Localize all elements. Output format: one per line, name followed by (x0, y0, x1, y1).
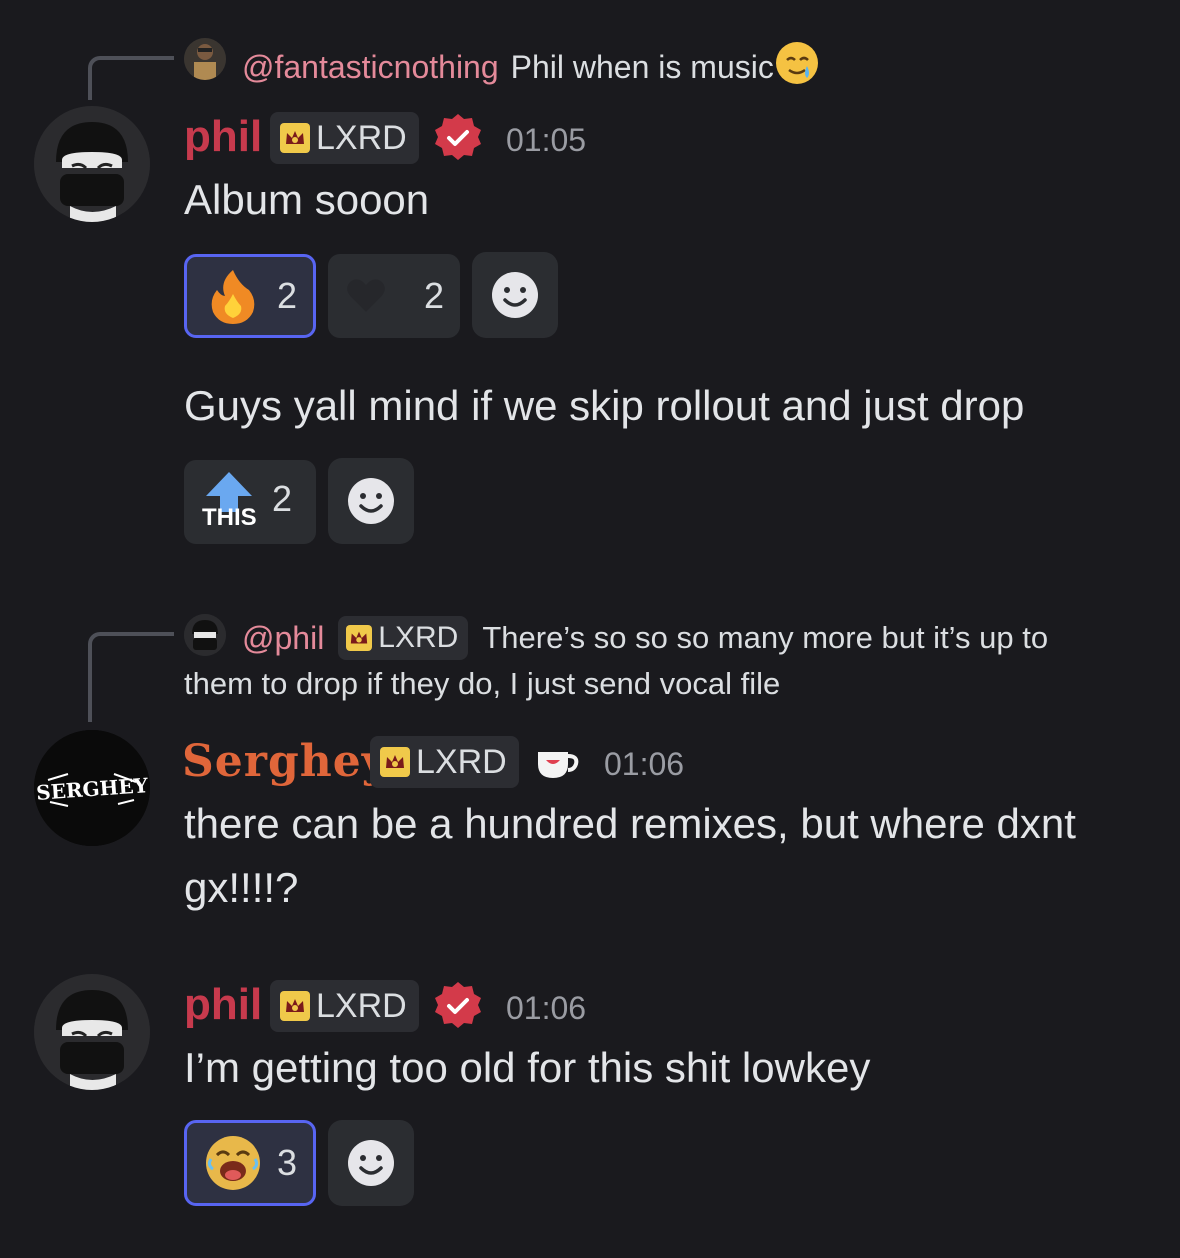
reply-text: There’s so so so many more but it’s up t… (482, 620, 1049, 655)
crown-icon (380, 747, 410, 777)
reply-avatar[interactable] (184, 38, 226, 80)
server-tag[interactable]: LXRD (270, 112, 419, 164)
add-reaction-button[interactable] (328, 1120, 414, 1206)
message-text-continued: gx!!!!? (184, 864, 299, 911)
message-text: Guys yall mind if we skip rollout and ju… (184, 382, 1025, 429)
add-reaction-button[interactable] (472, 252, 558, 338)
server-tag-label: LXRD (316, 986, 407, 1025)
server-tag[interactable]: LXRD (370, 736, 519, 788)
crown-icon (346, 625, 373, 651)
timestamp[interactable]: 01:06 (506, 990, 586, 1027)
reply-mention[interactable]: @phil (242, 620, 324, 657)
fire-emoji-icon (211, 270, 255, 324)
reaction-this-upvote[interactable]: THIS 2 (184, 460, 316, 544)
smiley-icon (348, 1140, 394, 1186)
reply-text: Phil when is music (510, 48, 774, 85)
add-reaction-button[interactable] (328, 458, 414, 544)
message-text: I’m getting too old for this shit lowkey (184, 1044, 871, 1091)
timestamp[interactable]: 01:05 (506, 122, 586, 159)
smiley-icon (348, 478, 394, 524)
user-avatar[interactable] (34, 974, 150, 1090)
username[interactable]: phil (184, 980, 262, 1030)
reaction-fire[interactable]: 2 (184, 254, 316, 338)
black-heart-emoji-icon (347, 279, 385, 312)
crying-smile-emoji-icon (774, 40, 820, 94)
crown-icon (280, 991, 310, 1021)
this-upvote-emoji-icon: THIS (200, 470, 258, 534)
smiley-icon (492, 272, 538, 318)
coffee-cup-badge-icon (538, 752, 579, 778)
server-tag-label: LXRD (316, 118, 407, 157)
verified-badge-icon (435, 982, 481, 1028)
reply-mention[interactable]: @fantasticnothing (242, 49, 499, 86)
reply-text-continued: them to drop if they do, I just send voc… (184, 666, 781, 701)
user-avatar[interactable] (34, 106, 150, 222)
reaction-count: 3 (276, 1142, 297, 1183)
username[interactable]: phil (184, 112, 262, 162)
server-tag-label: LXRD (378, 621, 459, 654)
timestamp[interactable]: 01:06 (604, 746, 684, 783)
user-avatar[interactable]: SERGHEY (34, 730, 150, 846)
server-tag[interactable]: LXRD (270, 980, 419, 1032)
reaction-laughing-face[interactable]: 3 (184, 1120, 316, 1206)
reaction-black-heart[interactable]: 2 (328, 254, 460, 338)
reply-connector (88, 56, 174, 100)
server-tag-label: LXRD (416, 742, 507, 781)
reply-preview[interactable]: @phil LXRD There’s so so so many more bu… (242, 616, 1048, 660)
reaction-count: 2 (276, 275, 297, 316)
verified-badge-icon (435, 114, 481, 160)
reply-connector (88, 632, 174, 722)
reaction-count: 2 (272, 478, 293, 519)
username[interactable]: Serghey (182, 736, 388, 787)
reply-preview[interactable]: @fantasticnothing Phil when is music (242, 40, 820, 94)
message-text: there can be a hundred remixes, but wher… (184, 800, 1076, 847)
laughing-face-emoji-icon (205, 1136, 260, 1190)
crown-icon (280, 123, 310, 153)
reaction-count: 2 (423, 275, 444, 316)
message-text: Album sooon (184, 176, 430, 223)
server-tag[interactable]: LXRD (338, 616, 469, 660)
reply-avatar[interactable] (184, 614, 226, 656)
